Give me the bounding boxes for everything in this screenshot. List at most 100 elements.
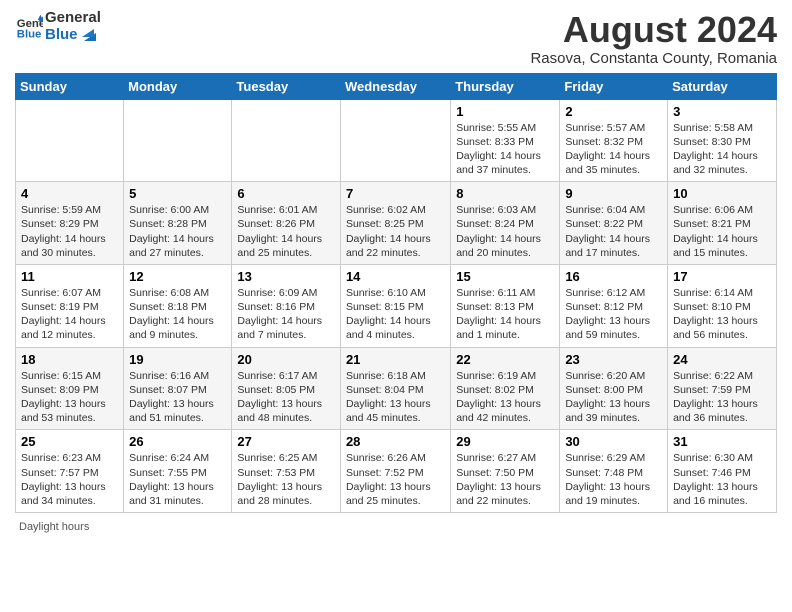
day-info: Sunrise: 6:16 AM Sunset: 8:07 PM Dayligh…: [129, 369, 226, 426]
day-info: Sunrise: 6:12 AM Sunset: 8:12 PM Dayligh…: [565, 286, 662, 343]
day-number: 28: [346, 434, 445, 449]
day-number: 23: [565, 352, 662, 367]
day-info: Sunrise: 6:19 AM Sunset: 8:02 PM Dayligh…: [456, 369, 554, 426]
calendar-cell: 29 Sunrise: 6:27 AM Sunset: 7:50 PM Dayli…: [451, 430, 560, 513]
logo-general: General: [45, 10, 101, 27]
logo-icon: General Blue: [15, 13, 43, 41]
col-header-thursday: Thursday: [451, 73, 560, 99]
calendar-cell: 12Sunrise: 6:08 AM Sunset: 8:18 PM Dayli…: [124, 264, 232, 347]
day-number: 31: [673, 434, 771, 449]
calendar-cell: 24 Sunrise: 6:22 AM Sunset: 7:59 PM Dayli…: [668, 347, 777, 430]
calendar-cell: 26Sunrise: 6:24 AM Sunset: 7:55 PM Dayli…: [124, 430, 232, 513]
calendar-cell: 30Sunrise: 6:29 AM Sunset: 7:48 PM Dayli…: [560, 430, 668, 513]
day-number: 29: [456, 434, 554, 449]
calendar-cell: 27Sunrise: 6:25 AM Sunset: 7:53 PM Dayli…: [232, 430, 341, 513]
calendar-subtitle: Rasova, Constanta County, Romania: [530, 50, 777, 67]
day-info: Sunrise: 6:27 AM Sunset: 7:50 PM Dayligh…: [456, 451, 554, 508]
day-number: 17: [673, 269, 771, 284]
day-number: 20: [237, 352, 335, 367]
day-info: Sunrise: 6:22 AM Sunset: 7:59 PM Dayligh…: [673, 369, 771, 426]
day-info: Sunrise: 6:06 AM Sunset: 8:21 PM Dayligh…: [673, 203, 771, 260]
calendar-cell: [232, 99, 341, 182]
title-block: August 2024 Rasova, Constanta County, Ro…: [530, 10, 777, 67]
day-info: Sunrise: 6:26 AM Sunset: 7:52 PM Dayligh…: [346, 451, 445, 508]
col-header-saturday: Saturday: [668, 73, 777, 99]
logo: General Blue General Blue: [15, 10, 101, 43]
col-header-monday: Monday: [124, 73, 232, 99]
calendar-cell: 6 Sunrise: 6:01 AM Sunset: 8:26 PM Daylig…: [232, 182, 341, 265]
svg-text:Blue: Blue: [17, 28, 42, 40]
day-info: Sunrise: 6:20 AM Sunset: 8:00 PM Dayligh…: [565, 369, 662, 426]
day-info: Sunrise: 6:10 AM Sunset: 8:15 PM Dayligh…: [346, 286, 445, 343]
calendar-cell: 8Sunrise: 6:03 AM Sunset: 8:24 PM Daylig…: [451, 182, 560, 265]
day-number: 10: [673, 186, 771, 201]
calendar-cell: 13 Sunrise: 6:09 AM Sunset: 8:16 PM Dayli…: [232, 264, 341, 347]
day-info: Sunrise: 6:08 AM Sunset: 8:18 PM Dayligh…: [129, 286, 226, 343]
calendar-cell: 1Sunrise: 5:55 AM Sunset: 8:33 PM Daylig…: [451, 99, 560, 182]
calendar-cell: 10 Sunrise: 6:06 AM Sunset: 8:21 PM Dayli…: [668, 182, 777, 265]
col-header-sunday: Sunday: [16, 73, 124, 99]
day-info: Sunrise: 5:57 AM Sunset: 8:32 PM Dayligh…: [565, 121, 662, 178]
calendar-cell: 3 Sunrise: 5:58 AM Sunset: 8:30 PM Daylig…: [668, 99, 777, 182]
day-number: 13: [237, 269, 335, 284]
footer-daylight: Daylight hours: [15, 521, 777, 533]
col-header-wednesday: Wednesday: [340, 73, 450, 99]
calendar-cell: 23 Sunrise: 6:20 AM Sunset: 8:00 PM Dayli…: [560, 347, 668, 430]
day-number: 14: [346, 269, 445, 284]
day-number: 30: [565, 434, 662, 449]
calendar-cell: 20 Sunrise: 6:17 AM Sunset: 8:05 PM Dayli…: [232, 347, 341, 430]
day-number: 24: [673, 352, 771, 367]
day-info: Sunrise: 6:03 AM Sunset: 8:24 PM Dayligh…: [456, 203, 554, 260]
day-number: 7: [346, 186, 445, 201]
calendar-cell: [340, 99, 450, 182]
day-info: Sunrise: 6:04 AM Sunset: 8:22 PM Dayligh…: [565, 203, 662, 260]
day-number: 6: [237, 186, 335, 201]
calendar-cell: 16 Sunrise: 6:12 AM Sunset: 8:12 PM Dayli…: [560, 264, 668, 347]
day-info: Sunrise: 6:23 AM Sunset: 7:57 PM Dayligh…: [21, 451, 118, 508]
calendar-cell: 25 Sunrise: 6:23 AM Sunset: 7:57 PM Dayli…: [16, 430, 124, 513]
calendar-title: August 2024: [530, 10, 777, 50]
day-number: 27: [237, 434, 335, 449]
day-info: Sunrise: 6:09 AM Sunset: 8:16 PM Dayligh…: [237, 286, 335, 343]
day-info: Sunrise: 6:11 AM Sunset: 8:13 PM Dayligh…: [456, 286, 554, 343]
day-number: 15: [456, 269, 554, 284]
day-number: 25: [21, 434, 118, 449]
calendar-cell: 4 Sunrise: 5:59 AM Sunset: 8:29 PM Daylig…: [16, 182, 124, 265]
day-info: Sunrise: 6:15 AM Sunset: 8:09 PM Dayligh…: [21, 369, 118, 426]
calendar-cell: 31 Sunrise: 6:30 AM Sunset: 7:46 PM Dayli…: [668, 430, 777, 513]
calendar-table: SundayMondayTuesdayWednesdayThursdayFrid…: [15, 73, 777, 513]
day-number: 9: [565, 186, 662, 201]
calendar-cell: 18Sunrise: 6:15 AM Sunset: 8:09 PM Dayli…: [16, 347, 124, 430]
calendar-cell: 11Sunrise: 6:07 AM Sunset: 8:19 PM Dayli…: [16, 264, 124, 347]
calendar-cell: 22 Sunrise: 6:19 AM Sunset: 8:02 PM Dayli…: [451, 347, 560, 430]
day-info: Sunrise: 6:01 AM Sunset: 8:26 PM Dayligh…: [237, 203, 335, 260]
day-info: Sunrise: 6:00 AM Sunset: 8:28 PM Dayligh…: [129, 203, 226, 260]
day-info: Sunrise: 6:14 AM Sunset: 8:10 PM Dayligh…: [673, 286, 771, 343]
col-header-tuesday: Tuesday: [232, 73, 341, 99]
calendar-cell: 5 Sunrise: 6:00 AM Sunset: 8:28 PM Daylig…: [124, 182, 232, 265]
calendar-cell: [124, 99, 232, 182]
day-info: Sunrise: 5:58 AM Sunset: 8:30 PM Dayligh…: [673, 121, 771, 178]
day-info: Sunrise: 6:17 AM Sunset: 8:05 PM Dayligh…: [237, 369, 335, 426]
calendar-cell: 14 Sunrise: 6:10 AM Sunset: 8:15 PM Dayli…: [340, 264, 450, 347]
day-number: 22: [456, 352, 554, 367]
logo-blue: Blue: [45, 27, 101, 44]
day-number: 19: [129, 352, 226, 367]
day-info: Sunrise: 6:02 AM Sunset: 8:25 PM Dayligh…: [346, 203, 445, 260]
calendar-cell: 28 Sunrise: 6:26 AM Sunset: 7:52 PM Dayli…: [340, 430, 450, 513]
day-info: Sunrise: 6:18 AM Sunset: 8:04 PM Dayligh…: [346, 369, 445, 426]
calendar-cell: 7 Sunrise: 6:02 AM Sunset: 8:25 PM Daylig…: [340, 182, 450, 265]
day-info: Sunrise: 5:59 AM Sunset: 8:29 PM Dayligh…: [21, 203, 118, 260]
day-number: 5: [129, 186, 226, 201]
logo-triangle-icon: [82, 29, 96, 41]
calendar-cell: 2Sunrise: 5:57 AM Sunset: 8:32 PM Daylig…: [560, 99, 668, 182]
day-number: 1: [456, 104, 554, 119]
day-number: 4: [21, 186, 118, 201]
day-number: 16: [565, 269, 662, 284]
calendar-cell: [16, 99, 124, 182]
page-header: General Blue General Blue August 2024 Ra…: [15, 10, 777, 67]
day-info: Sunrise: 6:30 AM Sunset: 7:46 PM Dayligh…: [673, 451, 771, 508]
day-number: 21: [346, 352, 445, 367]
calendar-cell: 19 Sunrise: 6:16 AM Sunset: 8:07 PM Dayli…: [124, 347, 232, 430]
day-number: 3: [673, 104, 771, 119]
